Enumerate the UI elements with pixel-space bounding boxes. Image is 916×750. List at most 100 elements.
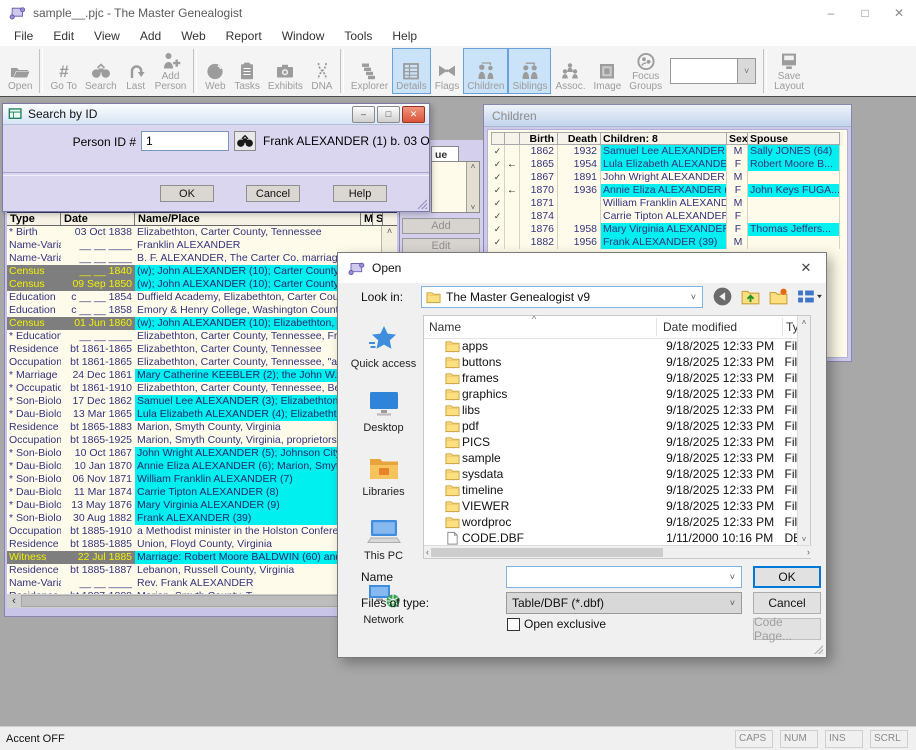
menu-help[interactable]: Help [382, 29, 427, 43]
event-row[interactable]: Educationc __ __ 1854Duffield Academy, E… [7, 291, 383, 304]
event-row[interactable]: Name-Variat__ __ ____Rev. Frank ALEXANDE… [7, 577, 383, 590]
open-exclusive-checkbox[interactable]: Open exclusive [507, 617, 606, 631]
back-icon[interactable] [713, 287, 732, 306]
sidebar-item-quick-access[interactable]: Quick access [344, 315, 423, 379]
scroll-down-icon[interactable]: ˅ [471, 203, 476, 212]
toolbar-button-flags[interactable]: Flags [431, 48, 463, 94]
file-row-apps[interactable]: apps9/18/2025 12:33 PMFil [424, 338, 797, 354]
event-row[interactable]: Census01 Jun 1860(w); John ALEXANDER (10… [7, 317, 383, 330]
chevron-down-icon[interactable]: ˅ [691, 292, 696, 302]
event-row[interactable]: * Dau-Biologic11 Mar 1874Carrie Tipton A… [7, 486, 383, 499]
scrollbar-thumb[interactable] [431, 548, 663, 557]
event-row[interactable]: Name-Variat__ __ ____Franklin ALEXANDER [7, 239, 383, 252]
checkbox-box[interactable] [507, 618, 520, 631]
file-row-sysdata[interactable]: sysdata9/18/2025 12:33 PMFil [424, 466, 797, 482]
chevron-down-icon[interactable]: ˅ [730, 598, 735, 608]
children-row[interactable]: ✓←18701936Annie Eliza ALEXANDER (6)FJohn… [491, 184, 843, 197]
ok-button[interactable]: OK [160, 185, 214, 202]
scroll-up-icon[interactable]: ˄ [802, 318, 807, 327]
menu-add[interactable]: Add [130, 29, 171, 43]
add-button[interactable]: Add [402, 218, 480, 234]
event-row[interactable]: Residencebt 1885-1887Lebanon, Russell Co… [7, 564, 383, 577]
toolbar-button-exhibits[interactable]: Exhibits [264, 48, 307, 94]
menu-edit[interactable]: Edit [43, 29, 84, 43]
event-row[interactable]: Census09 Sep 1850(w); John ALEXANDER (10… [7, 278, 383, 291]
open-cancel-button[interactable]: Cancel [753, 592, 821, 614]
toolbar-button-dna[interactable]: DNA [307, 48, 337, 94]
scroll-up-icon[interactable]: ˄ [387, 226, 392, 236]
files-of-type-combobox[interactable]: Table/DBF (*.dbf) ˅ [506, 592, 742, 614]
menu-report[interactable]: Report [216, 29, 272, 43]
toolbar-button-siblings[interactable]: Siblings [508, 48, 551, 94]
event-row[interactable]: Name-Variat__ __ ____B. F. ALEXANDER, Th… [7, 252, 383, 265]
toolbar-combobox[interactable]: ˅ [670, 58, 756, 84]
event-row[interactable]: * Education__ __ ____Elizabethton, Carte… [7, 330, 383, 343]
menu-file[interactable]: File [4, 29, 43, 43]
children-row[interactable]: ✓1871William Franklin ALEXANDER (7)M [491, 197, 843, 210]
search-dialog-titlebar[interactable]: Search by ID – □ ✕ [3, 104, 429, 125]
resize-grip[interactable] [814, 645, 823, 654]
maximize-button[interactable]: □ [848, 0, 882, 25]
sidebar-item-this-pc[interactable]: This PC [344, 507, 423, 571]
event-row[interactable]: * Dau-Biologic13 Mar 1865Lula Elizabeth … [7, 408, 383, 421]
toolbar-button-tasks[interactable]: Tasks [230, 48, 264, 94]
children-row[interactable]: ✓18761958Mary Virginia ALEXANDER (9)FTho… [491, 223, 843, 236]
event-row[interactable]: * Son-Biologic10 Oct 1867John Wright ALE… [7, 447, 383, 460]
cancel-button[interactable]: Cancel [246, 185, 300, 202]
event-row[interactable]: Occupationbt 1861-1865Elizabethton, Cart… [7, 356, 383, 369]
toolbar-button-image[interactable]: Image [590, 48, 626, 94]
event-row[interactable]: Witness22 Jul 1885Marriage: Robert Moore… [7, 551, 383, 564]
find-button[interactable] [234, 131, 256, 151]
scroll-down-icon[interactable]: ˅ [802, 535, 807, 544]
file-row-code-dbf[interactable]: CODE.DBF1/11/2000 10:16 PMDB [424, 530, 797, 546]
toolbar-button-assoc-[interactable]: Assoc. [551, 48, 589, 94]
toolbar-button-go-to[interactable]: #Go To [46, 48, 81, 94]
children-titlebar[interactable]: Children [484, 105, 851, 127]
help-button[interactable]: Help [333, 185, 387, 202]
file-row-pdf[interactable]: pdf9/18/2025 12:33 PMFil [424, 418, 797, 434]
toolbar-button-last[interactable]: Last [121, 48, 151, 94]
event-row[interactable]: * Son-Biologic06 Nov 1871William Frankli… [7, 473, 383, 486]
menu-web[interactable]: Web [171, 29, 215, 43]
sidebar-item-libraries[interactable]: Libraries [344, 443, 423, 507]
dialog-minimize-button[interactable]: – [352, 106, 375, 123]
toolbar-button-open[interactable]: Open [4, 48, 36, 94]
chevron-down-icon[interactable]: ˅ [737, 59, 755, 83]
scroll-left-icon[interactable]: ‹ [7, 595, 21, 607]
event-row[interactable]: * Son-Biologic30 Aug 1882Frank ALEXANDER… [7, 512, 383, 525]
menu-tools[interactable]: Tools [334, 29, 382, 43]
children-row[interactable]: ✓←18651954Lula Elizabeth ALEXANDER (4)FR… [491, 158, 843, 171]
event-row[interactable]: * Son-Biologic17 Dec 1862Samuel Lee ALEX… [7, 395, 383, 408]
minimize-button[interactable]: – [814, 0, 848, 25]
view-menu-icon[interactable] [797, 288, 823, 305]
children-row[interactable]: ✓18621932Samuel Lee ALEXANDER (3)MSally … [491, 145, 843, 158]
menu-window[interactable]: Window [272, 29, 335, 43]
file-row-libs[interactable]: libs9/18/2025 12:33 PMFil [424, 402, 797, 418]
toolbar-button-explorer[interactable]: Explorer [347, 48, 392, 94]
up-one-level-icon[interactable] [741, 288, 760, 305]
event-row[interactable]: Educationc __ __ 1858Emory & Henry Colle… [7, 304, 383, 317]
event-row[interactable]: * Dau-Biologic13 May 1876Mary Virginia A… [7, 499, 383, 512]
children-row[interactable]: ✓1874Carrie Tipton ALEXANDER (8)F [491, 210, 843, 223]
file-row-sample[interactable]: sample9/18/2025 12:33 PMFil [424, 450, 797, 466]
file-row-frames[interactable]: frames9/18/2025 12:33 PMFil [424, 370, 797, 386]
file-list-vertical-scrollbar[interactable]: ˄ ˅ [797, 316, 810, 546]
event-row[interactable]: Census__ __ 1840(w); John ALEXANDER (10)… [7, 265, 383, 278]
sidebar-item-desktop[interactable]: Desktop [344, 379, 423, 443]
event-row[interactable]: Occupationbt 1865-1925Marion, Smyth Coun… [7, 434, 383, 447]
file-row-wordproc[interactable]: wordproc9/18/2025 12:33 PMFil [424, 514, 797, 530]
file-list-horizontal-scrollbar[interactable]: ‹ › [424, 545, 812, 558]
menu-view[interactable]: View [84, 29, 130, 43]
scroll-up-icon[interactable]: ˄ [471, 162, 476, 171]
file-row-timeline[interactable]: timeline9/18/2025 12:33 PMFil [424, 482, 797, 498]
event-row[interactable]: Residencebt 1885-1885Union, Floyd County… [7, 538, 383, 551]
value-tab[interactable]: ue [431, 146, 459, 161]
dialog-maximize-button[interactable]: □ [377, 106, 400, 123]
scroll-left-icon[interactable]: ‹ [426, 547, 429, 557]
resize-grip[interactable] [417, 199, 427, 209]
close-button[interactable]: ✕ [882, 0, 916, 25]
toolbar-button-web[interactable]: Web [200, 48, 230, 94]
scroll-right-icon[interactable]: › [807, 547, 810, 557]
toolbar-button-save-layout[interactable]: Save Layout [770, 48, 808, 94]
event-row[interactable]: * Birth03 Oct 1838Elizabethton, Carter C… [7, 226, 383, 239]
